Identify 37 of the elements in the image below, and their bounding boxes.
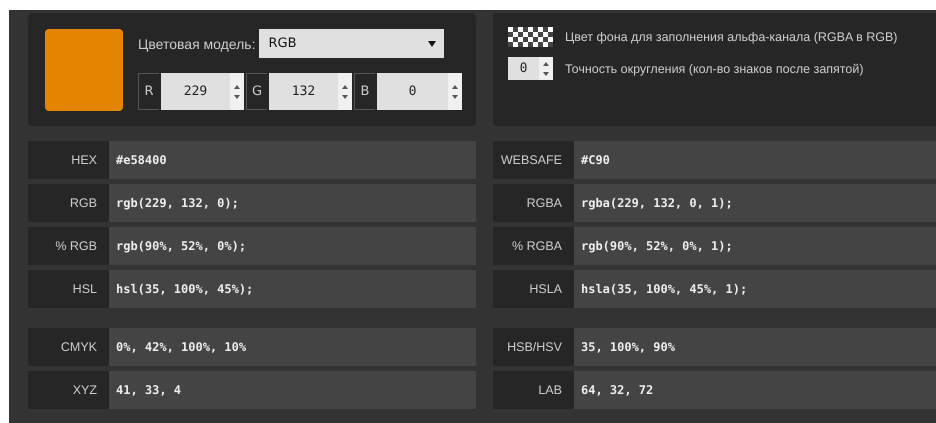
format-value[interactable]: #C90 (574, 141, 936, 179)
format-label: WEBSAFE (493, 141, 574, 179)
format-label: HSB/HSV (493, 328, 574, 366)
format-value[interactable]: hsla(35, 100%, 45%, 1); (574, 270, 936, 308)
checkerboard-icon[interactable] (508, 27, 553, 47)
format-label: LAB (493, 371, 574, 409)
alpha-background-label: Цвет фона для заполнения альфа-канала (RGBA в RGB) (565, 30, 898, 44)
model-label: Цветовая модель: (138, 36, 256, 52)
format-value[interactable]: rgb(90%, 52%, 0%, 1); (574, 227, 936, 265)
channel-label: B (354, 73, 375, 110)
format-value[interactable]: rgb(229, 132, 0); (109, 184, 476, 222)
channel-input[interactable]: 132 (269, 73, 338, 110)
caret-icon (428, 40, 436, 46)
format-label: % RGBA (493, 227, 574, 265)
format-value[interactable]: rgb(90%, 52%, 0%); (109, 227, 476, 265)
format-value[interactable]: hsl(35, 100%, 45%); (109, 270, 476, 308)
model-select[interactable]: RGB (259, 29, 444, 58)
precision-input[interactable]: 0 (508, 57, 539, 80)
format-value[interactable]: 0%, 42%, 100%, 10% (109, 328, 476, 366)
channel-input[interactable]: 229 (161, 73, 230, 110)
channel-input[interactable]: 0 (377, 73, 448, 110)
format-label: HSLA (493, 270, 574, 308)
format-label: HEX (28, 141, 109, 179)
format-label: RGBA (493, 184, 574, 222)
channel-label: R (138, 73, 159, 110)
format-value[interactable]: 41, 33, 4 (109, 371, 476, 409)
format-value[interactable]: 64, 32, 72 (574, 371, 936, 409)
format-value[interactable]: #e58400 (109, 141, 476, 179)
format-value[interactable]: rgba(229, 132, 0, 1); (574, 184, 936, 222)
format-label: % RGB (28, 227, 109, 265)
format-label: HSL (28, 270, 109, 308)
format-value[interactable]: 35, 100%, 90% (574, 328, 936, 366)
format-label: RGB (28, 184, 109, 222)
format-label: CMYK (28, 328, 109, 366)
channel-label: G (246, 73, 267, 110)
precision-label: Точность округления (кол-во знаков после запятой) (565, 62, 864, 76)
format-label: XYZ (28, 371, 109, 409)
